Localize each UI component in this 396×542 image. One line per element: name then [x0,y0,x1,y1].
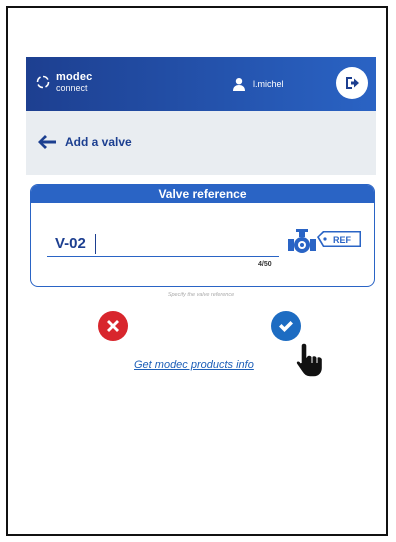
back-button[interactable]: Add a valve [38,135,132,149]
products-info-link[interactable]: Get modec products info [134,359,254,371]
page-subheader: Add a valve [26,111,376,175]
username: l.michel [253,79,284,89]
character-counter: 4/50 [258,261,272,268]
valve-reference-card: Valve reference 4/50 REF [30,184,375,287]
valve-reference-input[interactable] [47,231,279,257]
close-icon [107,320,119,332]
back-arrow-icon [38,135,56,149]
logout-button[interactable] [336,67,368,99]
page-title: Add a valve [65,135,132,149]
input-hint: Specify the valve reference [167,292,235,298]
valve-ref-icon: REF [288,229,361,253]
modec-logo: modec connect [36,71,116,97]
check-icon [279,321,293,332]
logout-icon [346,77,359,89]
modec-logo-icon [36,75,50,89]
app-screen: modec connect l.michel Add a valve Valve [26,57,376,467]
cancel-button[interactable] [98,311,128,341]
app-header: modec connect l.michel [26,57,376,111]
text-caret [95,234,96,254]
hand-pointer-icon [295,342,324,378]
ref-badge-text: REF [333,235,352,245]
brand-sub: connect [56,83,88,93]
card-title: Valve reference [31,185,374,203]
confirm-button[interactable] [271,311,301,341]
user-icon [233,78,245,91]
user-account[interactable]: l.michel [232,75,284,93]
brand-name: modec [56,71,93,83]
